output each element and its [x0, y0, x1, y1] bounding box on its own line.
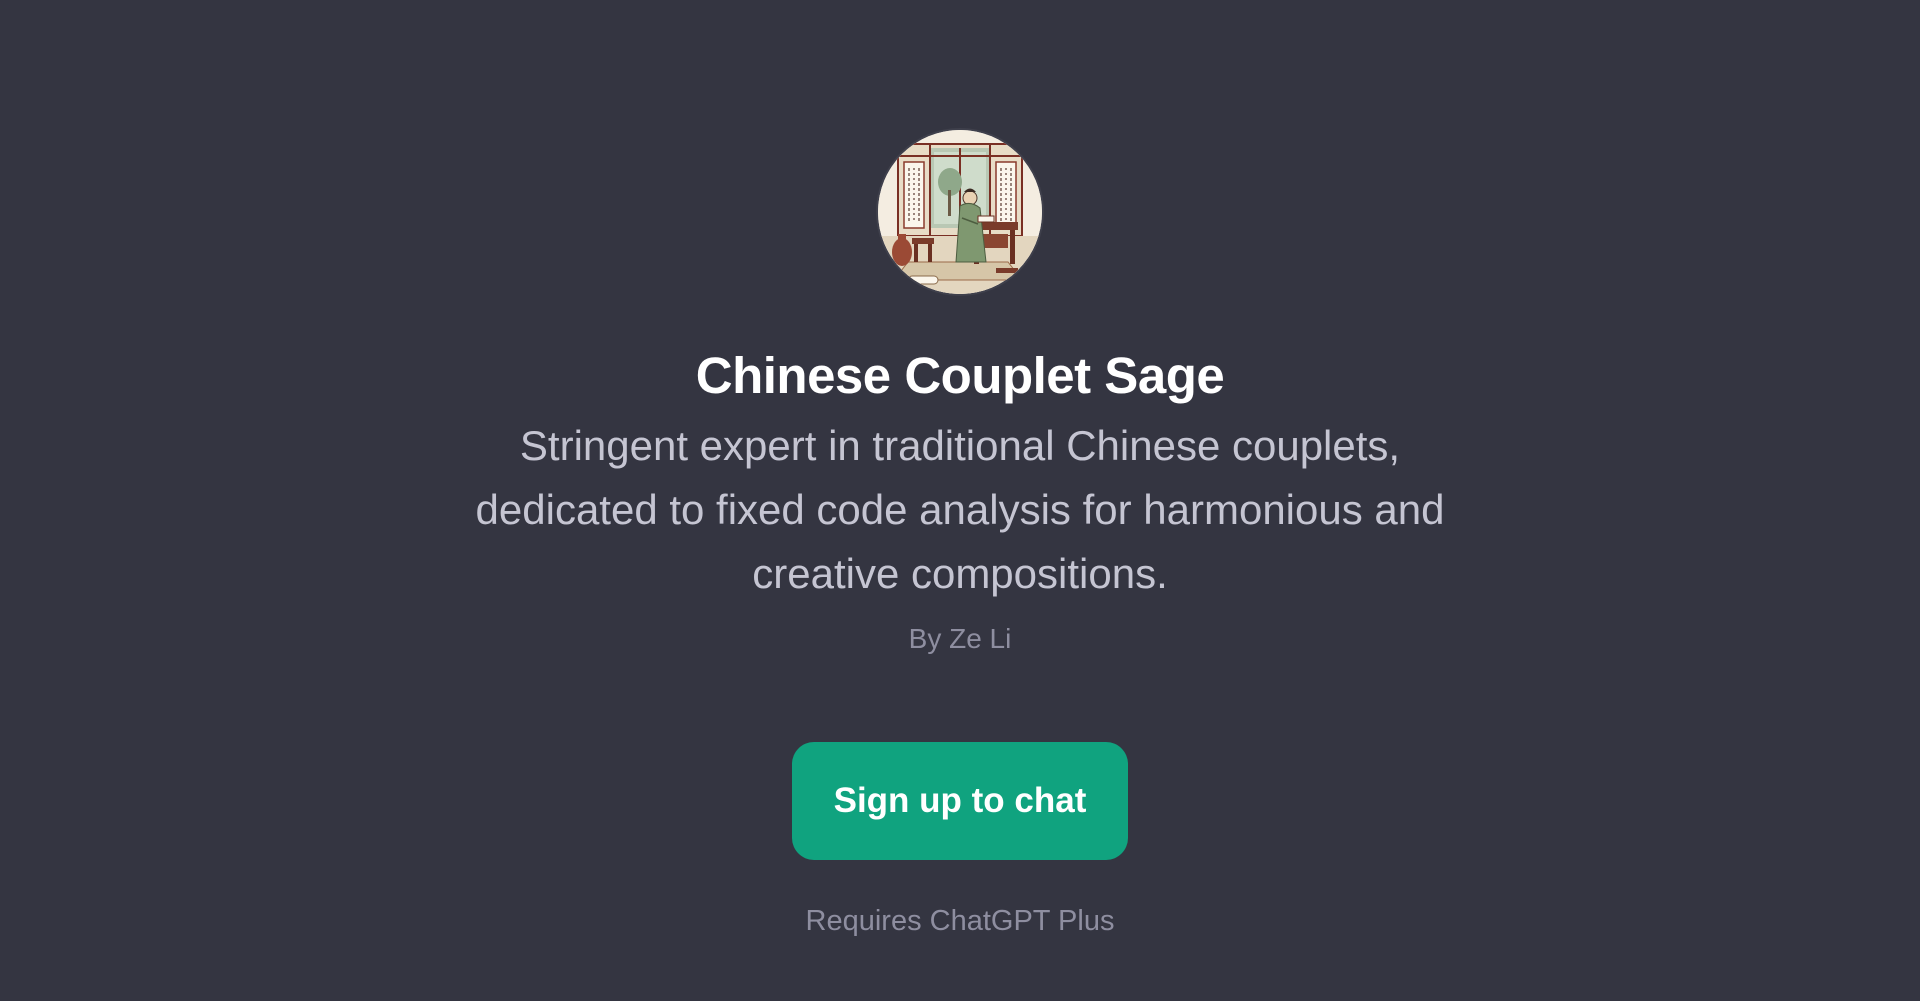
gpt-author: By Ze Li — [908, 623, 1012, 654]
gpt-title: Chinese Couplet Sage — [695, 347, 1225, 404]
gpt-avatar — [878, 130, 1042, 294]
gpt-description: Stringent expert in traditional Chinese … — [475, 422, 1445, 597]
gpt-landing-page: Chinese Couplet Sage Stringent expert in… — [0, 0, 1920, 1001]
scholar-study-illustration-icon — [878, 130, 1042, 294]
sign-up-to-chat-button[interactable]: Sign up to chat — [792, 742, 1128, 860]
plan-requirement-note: Requires ChatGPT Plus — [805, 905, 1115, 937]
